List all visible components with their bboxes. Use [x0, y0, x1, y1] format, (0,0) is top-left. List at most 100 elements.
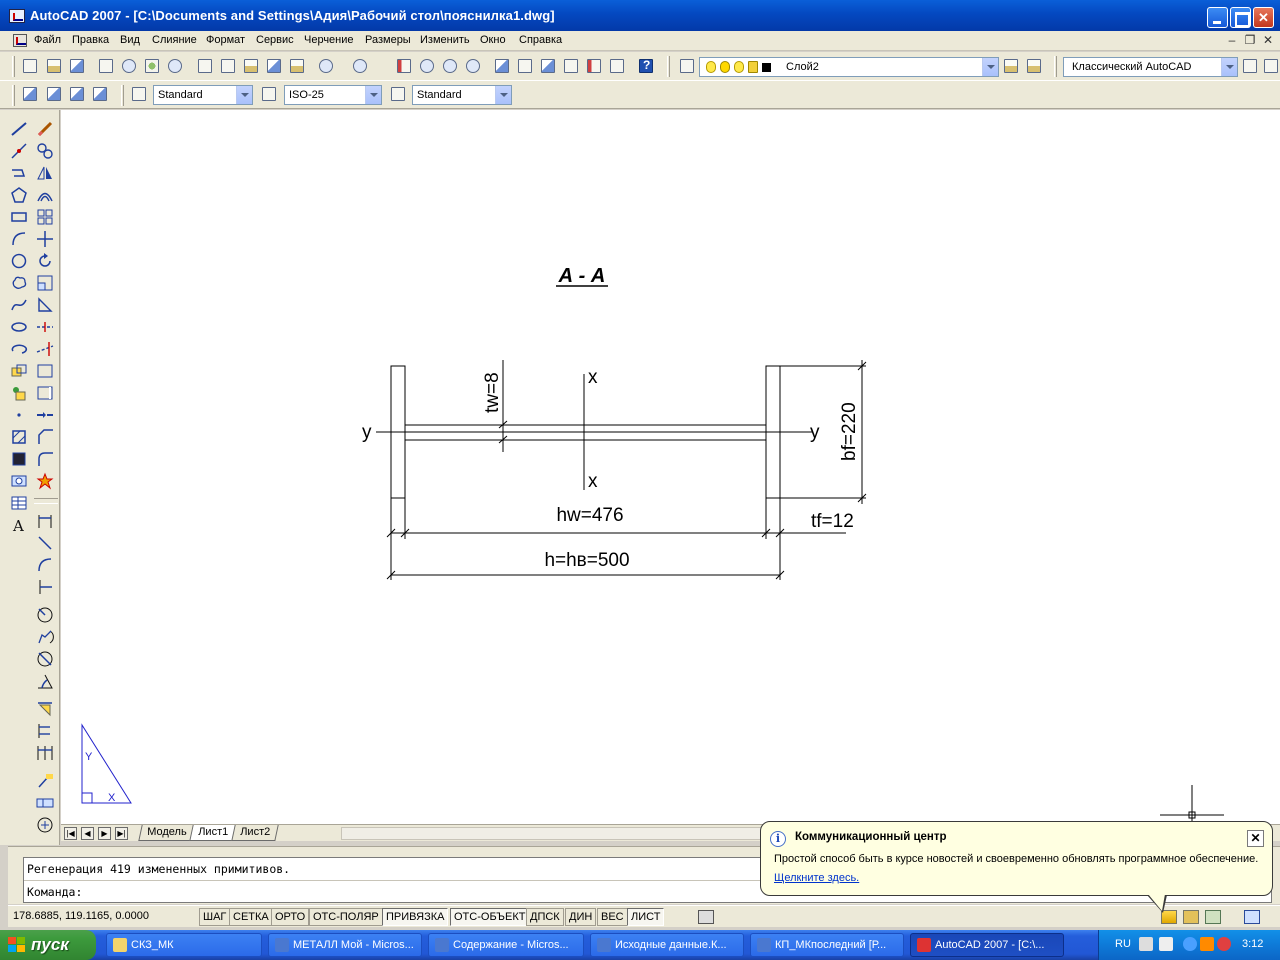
taskbar-button[interactable]: КП_МКпоследний [Р...	[750, 933, 904, 957]
make-block-icon[interactable]	[10, 384, 28, 402]
balloon-close-button[interactable]: ✕	[1247, 830, 1264, 847]
chevron-down-icon[interactable]	[982, 58, 998, 76]
angular-dimension-icon[interactable]	[36, 672, 54, 690]
document-icon[interactable]	[13, 34, 27, 47]
table-style-combo[interactable]: Standard	[412, 85, 512, 105]
status-tray-settings-icon[interactable]	[1205, 910, 1221, 924]
menu-dimension[interactable]: Размеры	[365, 34, 411, 46]
pan-icon[interactable]	[394, 56, 414, 76]
drawing-canvas[interactable]: А - А tw=8 x x y y bf=220 hw=476 tf=12 h…	[61, 110, 1280, 824]
chevron-down-icon[interactable]	[365, 86, 381, 104]
toolbar-grip[interactable]	[12, 85, 15, 106]
toolbar-grip[interactable]	[121, 85, 124, 106]
taskbar-button[interactable]: Исходные данные.К...	[590, 933, 744, 957]
ducs-toggle[interactable]: ДПСК	[526, 908, 564, 926]
menu-file[interactable]: Файл	[34, 34, 61, 46]
table-icon[interactable]	[10, 494, 28, 512]
ordinate-dimension-icon[interactable]	[36, 578, 54, 596]
maximize-button[interactable]	[1230, 7, 1251, 28]
last-tab-button[interactable]: ▶|	[115, 827, 128, 840]
open-icon[interactable]	[44, 56, 64, 76]
viewport-icon[interactable]	[698, 910, 714, 924]
move-icon[interactable]	[36, 230, 54, 248]
scale-icon[interactable]	[36, 274, 54, 292]
minimize-button[interactable]	[1207, 7, 1228, 28]
opera-tray-icon[interactable]	[1217, 937, 1231, 951]
match-properties-icon[interactable]	[264, 56, 284, 76]
hatch-icon[interactable]	[10, 428, 28, 446]
tab-model[interactable]: Модель	[138, 825, 196, 841]
markup-icon[interactable]	[584, 56, 604, 76]
table-style-icon[interactable]	[388, 84, 408, 104]
zoom-realtime-icon[interactable]	[417, 56, 437, 76]
dyn-toggle[interactable]: ДИН	[565, 908, 597, 926]
center-mark-icon[interactable]	[36, 816, 54, 834]
draworder-back-icon[interactable]	[44, 84, 64, 104]
publish-icon[interactable]	[142, 56, 162, 76]
mirror-icon[interactable]	[36, 164, 54, 182]
break-at-point-icon[interactable]	[36, 362, 54, 380]
baseline-dimension-icon[interactable]	[36, 722, 54, 740]
taskbar-button[interactable]: МЕТАЛЛ Мой - Micros...	[268, 933, 422, 957]
dimension-style-icon[interactable]	[259, 84, 279, 104]
quick-leader-icon[interactable]	[36, 772, 54, 790]
cut-icon[interactable]	[195, 56, 215, 76]
paper-toggle[interactable]: ЛИСТ	[627, 908, 665, 926]
clean-screen-icon[interactable]	[1244, 910, 1260, 924]
taskbar-button[interactable]: AutoCAD 2007 - [C:\...	[910, 933, 1064, 957]
chamfer-icon[interactable]	[36, 428, 54, 446]
gradient-icon[interactable]	[10, 450, 28, 468]
snap-toggle[interactable]: ШАГ	[199, 908, 231, 926]
jogged-dimension-icon[interactable]	[36, 628, 54, 646]
help-tray-icon[interactable]	[1139, 937, 1153, 951]
offset-icon[interactable]	[36, 186, 54, 204]
zoom-previous-icon[interactable]	[463, 56, 483, 76]
first-tab-button[interactable]: |◀	[64, 827, 77, 840]
ortho-toggle[interactable]: ОРТО	[271, 908, 310, 926]
aligned-dimension-icon[interactable]	[36, 534, 54, 552]
osnap-toggle[interactable]: ПРИВЯЗКА	[382, 908, 449, 926]
fillet-icon[interactable]	[36, 450, 54, 468]
menu-tools[interactable]: Сервис	[256, 34, 294, 46]
lock-icon[interactable]	[1183, 910, 1199, 924]
rotate-icon[interactable]	[36, 252, 54, 270]
tolerance-icon[interactable]	[36, 794, 54, 812]
ellipse-icon[interactable]	[10, 318, 28, 336]
polyline-icon[interactable]	[10, 164, 28, 182]
trim-icon[interactable]	[36, 318, 54, 336]
doc-close-icon[interactable]: ✕	[1260, 33, 1276, 48]
block-editor-icon[interactable]	[287, 56, 307, 76]
text-style-icon[interactable]	[129, 84, 149, 104]
quick-dimension-icon[interactable]	[36, 700, 54, 718]
draworder-under-icon[interactable]	[90, 84, 110, 104]
save-icon[interactable]	[67, 56, 87, 76]
toolbar-grip[interactable]	[667, 56, 670, 77]
point-icon[interactable]	[10, 406, 28, 424]
region-icon[interactable]	[10, 472, 28, 490]
language-indicator[interactable]: RU	[1115, 938, 1131, 950]
workspace-combo[interactable]: Классический AutoCAD	[1063, 57, 1238, 77]
new-icon[interactable]	[20, 56, 40, 76]
publish-web-icon[interactable]	[165, 56, 185, 76]
copy-object-icon[interactable]	[36, 142, 54, 160]
spline-icon[interactable]	[10, 296, 28, 314]
arc-icon[interactable]	[10, 230, 28, 248]
redo-icon[interactable]	[350, 56, 370, 76]
balloon-link[interactable]: Щелкните здесь.	[774, 872, 859, 884]
menu-modify[interactable]: Изменить	[420, 34, 470, 46]
stretch-icon[interactable]	[36, 296, 54, 314]
linear-dimension-icon[interactable]	[36, 512, 54, 530]
toolbar-grip[interactable]	[1054, 56, 1057, 77]
layer-manager-icon[interactable]	[677, 56, 697, 76]
text-style-combo[interactable]: Standard	[153, 85, 253, 105]
close-button[interactable]: ✕	[1253, 7, 1274, 28]
ellipse-arc-icon[interactable]	[10, 340, 28, 358]
preview-icon[interactable]	[119, 56, 139, 76]
explode-icon[interactable]	[36, 472, 54, 490]
design-center-icon[interactable]	[515, 56, 535, 76]
array-icon[interactable]	[36, 208, 54, 226]
menu-view[interactable]: Вид	[120, 34, 140, 46]
erase-icon[interactable]	[36, 120, 54, 138]
otrack-toggle[interactable]: ОТС-ОБЪЕКТ	[450, 908, 530, 926]
chevron-down-icon[interactable]	[236, 86, 252, 104]
